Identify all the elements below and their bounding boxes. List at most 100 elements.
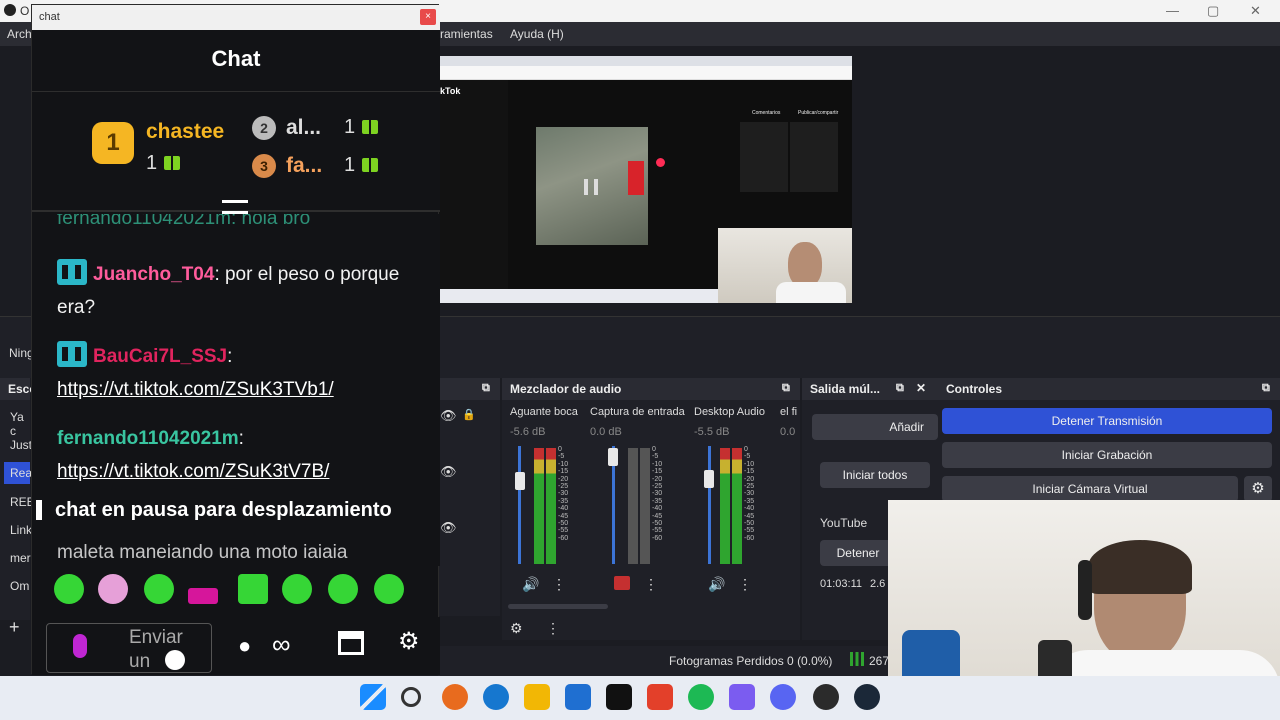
volume-fader[interactable] [518,446,521,564]
firefox-icon[interactable] [442,684,468,710]
chat-input[interactable]: Enviar un [46,623,212,673]
microphone-icon[interactable] [73,634,87,658]
fader-knob[interactable] [608,448,618,466]
close-button[interactable]: ✕ [1250,3,1261,19]
multi-output-dock-title: Salida múl... ⧉ ✕ [802,378,938,400]
channel-name: Desktop Audio [694,406,765,418]
store-icon[interactable] [338,631,364,655]
channel-db: -5.6 dB [510,426,546,438]
muted-speaker-icon[interactable] [614,576,630,590]
eye-icon[interactable]: 👁 [440,464,457,480]
app-icon[interactable] [729,684,755,710]
emoji-icon[interactable] [165,650,185,670]
fader-knob[interactable] [515,472,525,490]
more-options-icon[interactable]: ⋮ [738,576,752,593]
dock-close-icon[interactable]: ✕ [916,381,926,395]
more-options-icon[interactable]: ⋮ [644,576,658,593]
scene-item[interactable]: Om [10,579,29,593]
frog-emote-icon[interactable] [144,574,174,604]
scenes-list: Ya c Just Rea REE Link mer Om [0,400,35,620]
db-scale: 0 -5 -10 -15 -20 -25 -30 -35 -40 -45 -50 -55 -60 [744,446,755,542]
tiktok-logo: kTok [440,86,461,96]
scene-item[interactable]: Just [10,438,32,452]
tiktok-like-icon [656,158,665,167]
chat-paused-banner[interactable]: chat en pausa para desplazamiento [32,494,440,528]
player-figure [628,161,644,195]
dock-float-icon[interactable]: ⧉ [896,382,904,395]
obs-taskbar-icon[interactable] [813,684,839,710]
volume-fader[interactable] [708,446,711,564]
chat-username[interactable]: BauCai7L_SSJ [93,346,227,367]
db-scale: 0 -5 -10 -15 -20 -25 -30 -35 -40 -45 -50 -55 -60 [558,446,569,542]
scene-item[interactable]: Link [10,523,32,537]
menu-ayuda[interactable]: Ayuda (H) [510,27,564,41]
more-options-icon[interactable]: ⋮ [546,620,560,637]
dock-float-icon[interactable]: ⧉ [782,382,790,395]
chat-message-text: : [238,428,244,449]
speaker-icon[interactable]: 🔊 [708,576,725,593]
mixer-settings-icon[interactable]: ⚙ [510,620,523,637]
stop-stream-button[interactable]: Detener Transmisión [942,408,1272,434]
eye-icon[interactable]: 👁 [440,408,457,424]
scene-item-active[interactable]: Rea [4,462,32,484]
menu-archivo[interactable]: Arch [7,27,32,41]
stop-output-button[interactable]: Detener [820,540,896,566]
add-scene-icon[interactable]: + [9,617,20,638]
frog-emote-icon[interactable] [282,574,312,604]
infinity-icon[interactable]: ∞ [272,629,291,660]
bitrate: 267 [869,654,890,668]
menu-herramientas[interactable]: ramientas [440,27,493,41]
chat-titlebar: chat × [32,5,440,30]
gift-icon [164,156,180,170]
mixer-scrollbar[interactable] [508,604,608,609]
minimize-button[interactable]: — [1166,3,1179,18]
dock-float-icon[interactable]: ⧉ [482,382,490,395]
store-icon[interactable] [565,684,591,710]
start-recording-button[interactable]: Iniciar Grabación [942,442,1272,468]
rank-2-count: 1 [344,116,356,138]
chat-input-placeholder: Enviar un [129,627,183,672]
gift-icon [362,158,378,172]
fader-knob[interactable] [704,470,714,488]
scene-item[interactable]: mer [10,551,31,565]
output-time: 01:03:11 [820,578,863,590]
add-output-button[interactable]: Añadir [812,414,938,440]
more-options-icon[interactable]: ⋮ [552,576,566,593]
frog-emote-icon[interactable] [98,574,128,604]
eye-icon[interactable]: 👁 [440,520,457,536]
settings-icon[interactable]: ⚙ [398,627,420,656]
start-all-button[interactable]: Iniciar todos [820,462,930,488]
chat-close-button[interactable]: × [420,9,436,25]
file-explorer-icon[interactable] [524,684,550,710]
brave-icon[interactable] [647,684,673,710]
chat-link[interactable]: https://vt.tiktok.com/ZSuK3tV7B/ [57,461,329,482]
vcam-settings-icon[interactable]: ⚙ [1244,476,1272,502]
frog-emote-icon[interactable] [54,574,84,604]
search-icon[interactable] [401,687,421,707]
scene-item[interactable]: Ya c [10,410,30,438]
collapse-handle-icon[interactable] [222,200,248,214]
bits-icon[interactable]: ● [238,633,264,659]
edge-icon[interactable] [483,684,509,710]
frog-emote-icon[interactable] [374,574,404,604]
steam-icon[interactable] [854,684,880,710]
discord-icon[interactable] [770,684,796,710]
browser-tabs [438,56,852,66]
frog-emote-icon[interactable] [238,574,268,604]
chat-username[interactable]: fernando11042021m [57,428,239,449]
start-virtual-camera-button[interactable]: Iniciar Cámara Virtual [942,476,1238,502]
pause-indicator-icon [36,500,42,520]
frog-emote-icon[interactable] [328,574,358,604]
dock-float-icon[interactable]: ⧉ [1262,382,1270,395]
sticky-notes-icon[interactable] [606,684,632,710]
lock-icon[interactable]: 🔒 [462,408,476,421]
windows-start-icon[interactable] [360,684,386,710]
chat-link[interactable]: https://vt.tiktok.com/ZSuK3TVb1/ [57,379,334,400]
speaker-icon[interactable]: 🔊 [522,576,539,593]
maximize-button[interactable]: ▢ [1207,3,1219,19]
level-meter [732,448,742,564]
pink-emote-icon[interactable] [188,588,218,604]
rank-1-badge: 1 [92,122,134,164]
spotify-icon[interactable] [688,684,714,710]
chat-username[interactable]: Juancho_T04 [93,264,214,285]
